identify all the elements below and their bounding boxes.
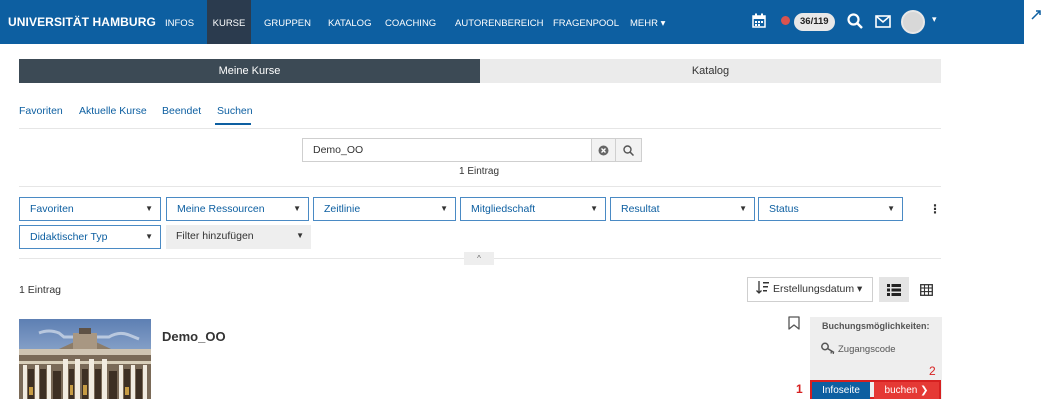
filter-label: Favoriten (30, 203, 74, 215)
chevron-down-icon: ▼ (440, 204, 448, 213)
tab-meine-kurse[interactable]: Meine Kurse (19, 59, 480, 83)
filter-didaktischer-typ[interactable]: Didaktischer Typ ▼ (19, 225, 161, 249)
subtab-suchen[interactable]: Suchen (217, 105, 253, 117)
divider (19, 128, 941, 129)
avatar[interactable] (901, 10, 925, 34)
booking-options-title: Buchungsmöglichkeiten: (822, 321, 930, 331)
status-dot-icon (781, 16, 790, 25)
search-icon (623, 145, 635, 157)
search-result-count: 1 Eintrag (459, 166, 500, 177)
calendar-icon[interactable] (752, 13, 766, 33)
filter-label: Meine Ressourcen (177, 203, 265, 215)
chevron-down-icon: ▼ (296, 231, 304, 240)
subtab-beendet[interactable]: Beendet (162, 105, 201, 117)
nav-mehr[interactable]: MEHR ▾ (630, 0, 665, 44)
sort-icon (756, 281, 769, 294)
search-icon[interactable] (847, 13, 863, 34)
filter-favoriten[interactable]: Favoriten ▼ (19, 197, 161, 221)
filter-resultat[interactable]: Resultat ▼ (610, 197, 755, 221)
filter-label: Didaktischer Typ (30, 231, 108, 243)
nav-kurse[interactable]: KURSE (207, 0, 251, 44)
nav-gruppen[interactable]: GRUPPEN (264, 0, 311, 44)
list-view-button[interactable] (879, 277, 909, 302)
filter-status[interactable]: Status ▼ (758, 197, 903, 221)
brand-logo[interactable]: UNIVERSITÄT HAMBURG (8, 15, 156, 29)
nav-fragenpool[interactable]: FRAGENPOOL (553, 0, 619, 44)
chevron-down-icon[interactable]: ▾ (932, 14, 937, 25)
filter-meine-ressourcen[interactable]: Meine Ressourcen ▼ (166, 197, 309, 221)
list-icon (887, 283, 901, 296)
window-edge (1024, 0, 1046, 44)
clear-icon[interactable] (592, 138, 616, 162)
sort-label: Erstellungsdatum ▾ (773, 283, 863, 295)
table-view-button[interactable] (911, 277, 941, 302)
top-navigation-bar: UNIVERSITÄT HAMBURG INFOS KURSE GRUPPEN … (0, 0, 1046, 44)
annotation-marker-1: 1 (796, 382, 803, 396)
nav-autorenbereich[interactable]: AUTORENBEREICH (455, 0, 544, 44)
chevron-down-icon: ▼ (145, 232, 153, 241)
course-title[interactable]: Demo_OO (162, 329, 226, 344)
chevron-down-icon: ▼ (145, 204, 153, 213)
sort-dropdown[interactable]: Erstellungsdatum ▾ (747, 277, 873, 302)
book-button[interactable]: buchen ❯ (874, 382, 939, 399)
more-options-icon[interactable]: ⋮ (928, 200, 942, 220)
nav-katalog[interactable]: KATALOG (328, 0, 371, 44)
divider (19, 186, 941, 187)
key-icon (821, 341, 836, 359)
nav-infos[interactable]: INFOS (165, 0, 194, 44)
annotation-marker-2: 2 (929, 364, 936, 378)
access-code-label: Zugangscode (838, 344, 896, 355)
filter-label: Filter hinzufügen (176, 230, 254, 242)
chevron-down-icon: ▼ (293, 204, 301, 213)
subtab-favoriten[interactable]: Favoriten (19, 105, 63, 117)
table-icon (919, 283, 933, 296)
filter-mitgliedschaft[interactable]: Mitgliedschaft ▼ (460, 197, 606, 221)
collapse-filters-button[interactable]: ^ (464, 252, 494, 265)
expand-icon[interactable] (1030, 8, 1042, 26)
search-button[interactable] (616, 138, 642, 162)
chevron-down-icon: ▼ (590, 204, 598, 213)
filter-label: Zeitlinie (324, 203, 361, 215)
filter-label: Status (769, 203, 799, 215)
info-page-button[interactable]: Infoseite (812, 382, 870, 399)
chevron-down-icon: ▼ (887, 204, 895, 213)
search-input[interactable] (302, 138, 592, 162)
subtab-aktuelle-kurse[interactable]: Aktuelle Kurse (79, 105, 147, 117)
result-count: 1 Eintrag (19, 284, 62, 296)
filter-zeitlinie[interactable]: Zeitlinie ▼ (313, 197, 456, 221)
points-counter[interactable]: 36/119 (794, 13, 835, 31)
tab-katalog[interactable]: Katalog (480, 59, 941, 83)
chevron-down-icon: ▼ (739, 204, 747, 213)
course-thumbnail[interactable] (19, 319, 151, 399)
nav-coaching[interactable]: COACHING (385, 0, 436, 44)
main-tabs: Meine Kurse Katalog (19, 59, 941, 83)
bookmark-icon[interactable] (788, 316, 800, 335)
filter-label: Resultat (621, 203, 660, 215)
active-tab-indicator (215, 123, 251, 125)
add-filter-dropdown[interactable]: Filter hinzufügen ▼ (166, 225, 311, 249)
mail-icon[interactable] (875, 15, 891, 33)
filter-label: Mitgliedschaft (471, 203, 536, 215)
